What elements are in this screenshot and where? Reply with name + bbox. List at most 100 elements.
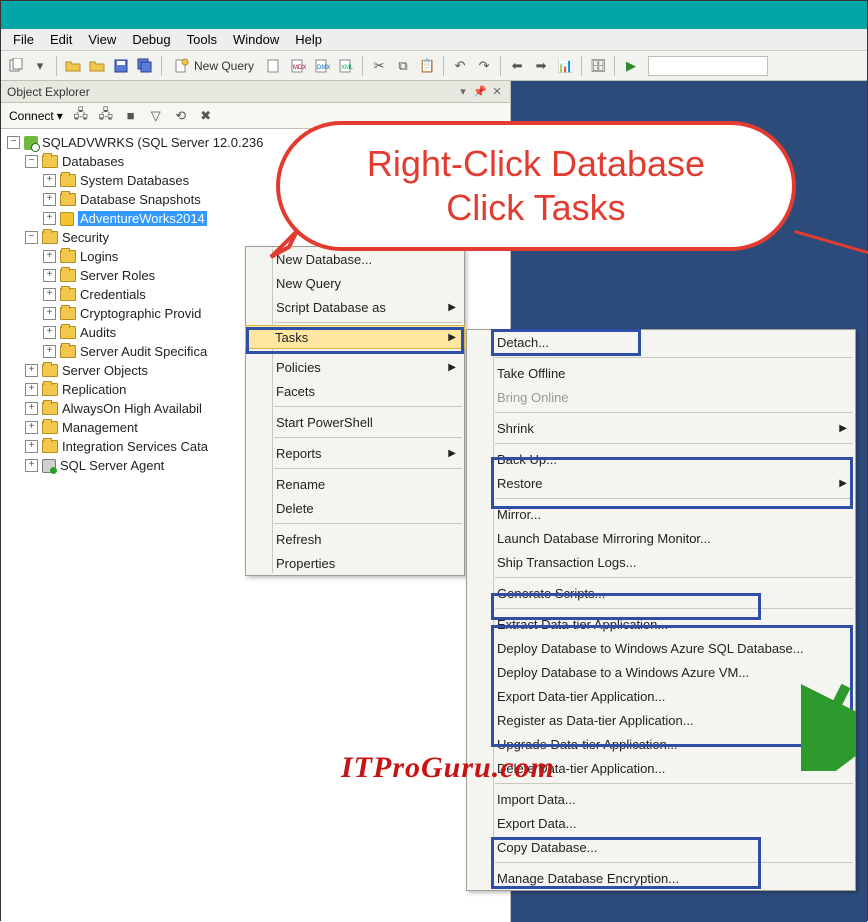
menu-help[interactable]: Help: [287, 30, 330, 49]
new-query-button[interactable]: New Query: [167, 55, 261, 77]
task-register-dac[interactable]: Register as Data-tier Application...: [467, 708, 855, 732]
task-generate-scripts[interactable]: Generate Scripts...: [467, 581, 855, 605]
ctx-start-powershell[interactable]: Start PowerShell: [246, 410, 464, 434]
expand-icon[interactable]: +: [43, 212, 56, 225]
menu-file[interactable]: File: [5, 30, 42, 49]
expand-icon[interactable]: +: [43, 269, 56, 282]
stop-icon[interactable]: ■: [120, 105, 142, 127]
paste-icon[interactable]: 📋: [416, 55, 438, 77]
task-detach[interactable]: Detach...: [467, 330, 855, 354]
db-query-icon[interactable]: [263, 55, 285, 77]
collapse-icon[interactable]: −: [25, 155, 38, 168]
cancel-icon[interactable]: ✖: [195, 105, 217, 127]
folder-icon: [60, 174, 76, 187]
ctx-rename[interactable]: Rename: [246, 472, 464, 496]
menu-window[interactable]: Window: [225, 30, 287, 49]
panel-pin-icon[interactable]: 📌: [473, 85, 487, 99]
redo-icon[interactable]: ↷: [473, 55, 495, 77]
disconnect-icon[interactable]: 🖧: [95, 105, 117, 127]
expand-icon[interactable]: +: [43, 174, 56, 187]
ctx-delete[interactable]: Delete: [246, 496, 464, 520]
annotation-text: Right-Click Database Click Tasks: [367, 142, 705, 230]
tree-label: Server Objects: [62, 363, 148, 378]
activity-icon[interactable]: 📊: [554, 55, 576, 77]
expand-icon[interactable]: +: [25, 364, 38, 377]
dropdown-icon[interactable]: ▾: [29, 55, 51, 77]
database-combo[interactable]: [648, 56, 768, 76]
mdx-query-icon[interactable]: MDX: [287, 55, 309, 77]
task-deploy-azure-db[interactable]: Deploy Database to Windows Azure SQL Dat…: [467, 636, 855, 660]
folder-icon: [42, 402, 58, 415]
ctx-refresh[interactable]: Refresh: [246, 527, 464, 551]
save-all-icon[interactable]: [134, 55, 156, 77]
ctx-label: Shrink: [497, 421, 534, 436]
expand-icon[interactable]: +: [25, 421, 38, 434]
folder-icon: [60, 326, 76, 339]
expand-icon[interactable]: +: [25, 459, 38, 472]
expand-icon[interactable]: +: [25, 383, 38, 396]
connect-button[interactable]: Connect▾: [5, 106, 67, 126]
task-export-data[interactable]: Export Data...: [467, 811, 855, 835]
task-take-offline[interactable]: Take Offline: [467, 361, 855, 385]
ctx-new-query[interactable]: New Query: [246, 271, 464, 295]
copy-icon[interactable]: ⧉: [392, 55, 414, 77]
expand-icon[interactable]: +: [43, 326, 56, 339]
task-extract-dac[interactable]: Extract Data-tier Application...: [467, 612, 855, 636]
execute-icon[interactable]: ▶: [620, 55, 642, 77]
new-project-icon[interactable]: [5, 55, 27, 77]
task-backup[interactable]: Back Up...: [467, 447, 855, 471]
folder-icon: [42, 155, 58, 168]
nav-fwd-icon[interactable]: ➡: [530, 55, 552, 77]
menu-view[interactable]: View: [80, 30, 124, 49]
task-copy-database[interactable]: Copy Database...: [467, 835, 855, 859]
menu-debug[interactable]: Debug: [124, 30, 178, 49]
menu-tools[interactable]: Tools: [179, 30, 225, 49]
svg-text:DMX: DMX: [317, 65, 330, 71]
task-restore[interactable]: Restore▶: [467, 471, 855, 495]
task-launch-mirroring[interactable]: Launch Database Mirroring Monitor...: [467, 526, 855, 550]
folder-icon: [42, 440, 58, 453]
expand-icon[interactable]: +: [25, 402, 38, 415]
cut-icon[interactable]: ✂: [368, 55, 390, 77]
panel-close-icon[interactable]: ✕: [490, 85, 504, 99]
refresh-icon[interactable]: ⟲: [170, 105, 192, 127]
undo-icon[interactable]: ↶: [449, 55, 471, 77]
tree-label: Audits: [80, 325, 116, 340]
filter-icon[interactable]: ▽: [145, 105, 167, 127]
watermark-text: ITProGuru.com: [341, 751, 555, 785]
ctx-reports[interactable]: Reports▶: [246, 441, 464, 465]
expand-icon[interactable]: +: [43, 250, 56, 263]
xmla-query-icon[interactable]: XML: [335, 55, 357, 77]
task-ship-logs[interactable]: Ship Transaction Logs...: [467, 550, 855, 574]
task-deploy-azure-vm[interactable]: Deploy Database to a Windows Azure VM...: [467, 660, 855, 684]
submenu-arrow-icon: ▶: [839, 478, 847, 489]
task-mirror[interactable]: Mirror...: [467, 502, 855, 526]
ctx-tasks[interactable]: Tasks▶: [245, 325, 465, 349]
expand-icon[interactable]: +: [43, 307, 56, 320]
ctx-script-database[interactable]: Script Database as▶: [246, 295, 464, 319]
task-import-data[interactable]: Import Data...: [467, 787, 855, 811]
collapse-icon[interactable]: −: [7, 136, 20, 149]
ctx-properties[interactable]: Properties: [246, 551, 464, 575]
registered-servers-icon[interactable]: 🗄: [587, 55, 609, 77]
expand-icon[interactable]: +: [43, 345, 56, 358]
collapse-icon[interactable]: −: [25, 231, 38, 244]
expand-icon[interactable]: +: [43, 193, 56, 206]
server-icon: [24, 136, 38, 150]
open-file-icon[interactable]: [86, 55, 108, 77]
panel-dropdown-icon[interactable]: ▾: [456, 85, 470, 99]
ctx-facets[interactable]: Facets: [246, 379, 464, 403]
ctx-policies[interactable]: Policies▶: [246, 355, 464, 379]
connect-server-icon[interactable]: 🖧: [70, 105, 92, 127]
dmx-query-icon[interactable]: DMX: [311, 55, 333, 77]
expand-icon[interactable]: +: [43, 288, 56, 301]
save-icon[interactable]: [110, 55, 132, 77]
expand-icon[interactable]: +: [25, 440, 38, 453]
nav-back-icon[interactable]: ⬅: [506, 55, 528, 77]
open-folder-icon[interactable]: [62, 55, 84, 77]
task-shrink[interactable]: Shrink▶: [467, 416, 855, 440]
task-manage-encryption[interactable]: Manage Database Encryption...: [467, 866, 855, 890]
main-toolbar: ▾ New Query MDX DMX XML ✂ ⧉ 📋 ↶ ↷ ⬅ ➡ 📊 …: [1, 51, 867, 81]
menu-edit[interactable]: Edit: [42, 30, 80, 49]
task-export-dac[interactable]: Export Data-tier Application...: [467, 684, 855, 708]
